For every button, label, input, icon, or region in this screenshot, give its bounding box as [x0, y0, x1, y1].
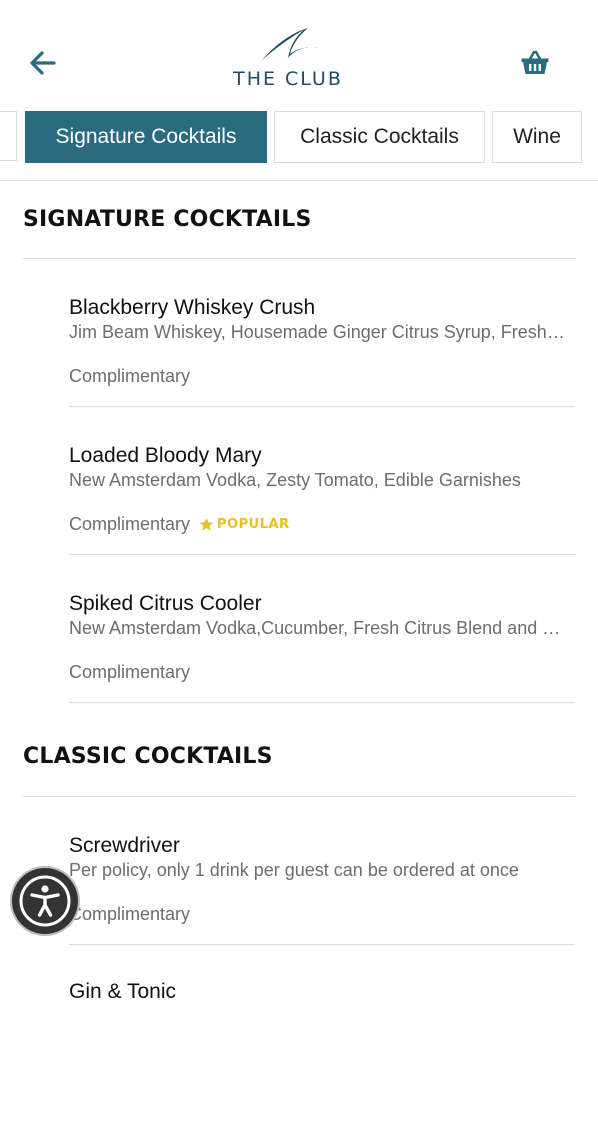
tab-scroll-edge: [0, 111, 17, 161]
tab-signature-cocktails[interactable]: Signature Cocktails: [25, 111, 267, 163]
item-price: Complimentary: [69, 366, 190, 387]
star-icon: [199, 517, 214, 531]
section-divider: [23, 796, 575, 797]
menu-item[interactable]: Screwdriver Per policy, only 1 drink per…: [69, 834, 575, 982]
item-price-text: Complimentary: [69, 662, 191, 682]
item-name: Blackberry Whiskey Crush: [69, 296, 316, 319]
basket-icon: [521, 50, 549, 74]
logo-text: THE CLUB: [233, 68, 343, 90]
item-price: Complimentary: [69, 662, 190, 683]
tab-wine[interactable]: Wine: [492, 111, 582, 163]
item-name: Screwdriver: [69, 834, 180, 857]
cart-button[interactable]: [518, 47, 552, 79]
item-name: Loaded Bloody Mary: [69, 444, 262, 467]
item-name: Gin & Tonic: [69, 980, 176, 1003]
section-divider: [23, 258, 575, 259]
tabs-divider: [0, 180, 598, 181]
popular-badge: POPULAR: [199, 517, 290, 532]
section-title-signature: SIGNATURE COCKTAILS: [23, 207, 312, 232]
item-price: Complimentary: [69, 904, 190, 925]
item-price-text: Complimentary: [69, 514, 191, 534]
menu-item[interactable]: Spiked Citrus Cooler New Amsterdam Vodka…: [69, 592, 575, 740]
item-price: Complimentary POPULAR: [69, 514, 290, 535]
item-name: Spiked Citrus Cooler: [69, 592, 262, 615]
menu-item[interactable]: Loaded Bloody Mary New Amsterdam Vodka, …: [69, 444, 575, 592]
club-logo: THE CLUB: [220, 24, 356, 94]
accessibility-icon: [19, 875, 71, 927]
tab-classic-cocktails[interactable]: Classic Cocktails: [274, 111, 485, 163]
item-description: Per policy, only 1 drink per guest can b…: [69, 860, 519, 880]
item-divider: [69, 554, 575, 555]
section-title-classic: CLASSIC COCKTAILS: [23, 744, 273, 769]
menu-item[interactable]: Blackberry Whiskey Crush Jim Beam Whiske…: [69, 296, 575, 444]
item-description: Jim Beam Whiskey, Housemade Ginger Citru…: [69, 322, 569, 342]
app-header: THE CLUB: [0, 0, 598, 100]
item-description: New Amsterdam Vodka,Cucumber, Fresh Citr…: [69, 618, 569, 638]
badge-label: POPULAR: [217, 517, 290, 532]
menu-item[interactable]: Gin & Tonic: [69, 980, 575, 1128]
category-tabs: Signature Cocktails Classic Cocktails Wi…: [0, 111, 598, 165]
item-divider: [69, 944, 575, 945]
item-divider: [69, 406, 575, 407]
item-price-text: Complimentary: [69, 366, 191, 386]
item-price-text: Complimentary: [69, 904, 191, 924]
arrow-left-icon: [30, 51, 56, 75]
back-button[interactable]: [26, 46, 60, 80]
item-divider: [69, 702, 575, 703]
item-description: New Amsterdam Vodka, Zesty Tomato, Edibl…: [69, 470, 521, 490]
wave-logo-icon: [262, 28, 320, 60]
accessibility-button[interactable]: [12, 868, 78, 934]
